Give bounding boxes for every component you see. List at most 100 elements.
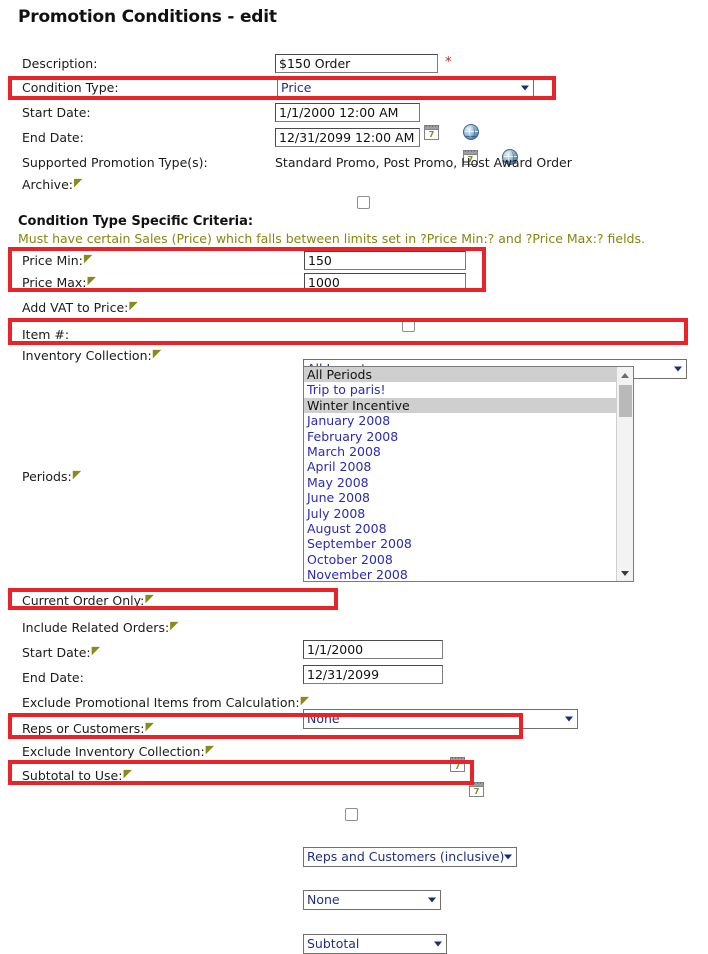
item-number-label: Item #: (22, 328, 69, 342)
periods-option[interactable]: November 2008 (304, 567, 616, 581)
help-arrow-icon[interactable]: ◤ (92, 644, 99, 658)
calendar-icon[interactable]: 7 (424, 125, 439, 140)
criteria-section-heading: Condition Type Specific Criteria: (18, 214, 253, 229)
scroll-up-arrow-icon[interactable] (617, 367, 633, 383)
chevron-down-icon (504, 854, 512, 859)
calendar-icon[interactable]: 7 (450, 757, 465, 772)
include-related-orders-label: Include Related Orders:◤ (22, 621, 178, 636)
criteria-start-date-label-text: Start Date: (22, 645, 91, 660)
help-arrow-icon[interactable]: ◤ (301, 694, 308, 708)
help-arrow-icon[interactable]: ◤ (170, 619, 177, 633)
price-max-input[interactable] (304, 273, 466, 292)
periods-option[interactable]: January 2008 (304, 413, 616, 428)
periods-scrollbar[interactable] (616, 367, 633, 581)
exclude-inventory-collection-value: None (307, 892, 340, 907)
price-min-label-text: Price Min: (22, 253, 83, 268)
current-order-only-label: Current Order Only:◤ (22, 594, 153, 609)
help-arrow-icon[interactable]: ◤ (73, 468, 80, 482)
add-vat-label-text: Add VAT to Price: (22, 300, 128, 315)
reps-or-customers-value: Reps and Customers (inclusive) (307, 849, 504, 864)
help-arrow-icon[interactable]: ◤ (74, 176, 81, 190)
condition-type-select[interactable]: Price (277, 78, 534, 98)
criteria-start-date-label: Start Date:◤ (22, 646, 99, 661)
archive-label: Archive:◤ (22, 178, 81, 193)
criteria-start-date-input[interactable] (303, 640, 443, 659)
subtotal-to-use-select[interactable]: Subtotal (303, 934, 447, 954)
subtotal-to-use-label-text: Subtotal to Use: (22, 768, 122, 783)
exclude-promotional-items-checkbox[interactable] (345, 808, 358, 821)
chevron-down-icon (428, 897, 436, 902)
periods-label-text: Periods: (22, 469, 72, 484)
end-date-label: End Date: (22, 131, 84, 145)
chevron-down-icon (521, 86, 529, 91)
start-date-label: Start Date: (22, 106, 91, 120)
chevron-down-icon (674, 366, 682, 371)
exclude-inventory-collection-label: Exclude Inventory Collection:◤ (22, 745, 213, 760)
help-arrow-icon[interactable]: ◤ (84, 252, 91, 266)
periods-listbox[interactable]: All PeriodsTrip to paris!Winter Incentiv… (303, 366, 634, 582)
periods-option[interactable]: All Periods (304, 367, 616, 382)
supported-promotion-types-label: Supported Promotion Type(s): (22, 156, 208, 170)
periods-option[interactable]: Winter Incentive (304, 398, 616, 413)
inventory-collection-label: Inventory Collection:◤ (22, 349, 160, 364)
help-arrow-icon[interactable]: ◤ (153, 347, 160, 361)
reps-or-customers-select[interactable]: Reps and Customers (inclusive) (303, 847, 517, 867)
help-arrow-icon[interactable]: ◤ (145, 720, 152, 734)
archive-label-text: Archive: (22, 177, 73, 192)
exclude-inventory-collection-label-text: Exclude Inventory Collection: (22, 744, 205, 759)
help-arrow-icon[interactable]: ◤ (129, 299, 136, 313)
condition-type-value: Price (281, 80, 312, 95)
help-arrow-icon[interactable]: ◤ (145, 592, 152, 606)
periods-option[interactable]: October 2008 (304, 552, 616, 567)
criteria-end-date-label: End Date: (22, 671, 84, 685)
end-date-input[interactable] (275, 128, 420, 147)
condition-type-label: Condition Type: (22, 81, 119, 95)
periods-option[interactable]: June 2008 (304, 490, 616, 505)
price-max-label-text: Price Max: (22, 275, 87, 290)
scrollbar-thumb[interactable] (619, 385, 632, 417)
subtotal-to-use-label: Subtotal to Use:◤ (22, 769, 131, 784)
description-input[interactable] (275, 54, 438, 73)
periods-option[interactable]: August 2008 (304, 521, 616, 536)
reps-or-customers-label: Reps or Customers:◤ (22, 722, 153, 737)
include-related-orders-label-text: Include Related Orders: (22, 620, 169, 635)
help-arrow-icon[interactable]: ◤ (206, 743, 213, 757)
globe-clock-icon[interactable] (463, 124, 479, 140)
criteria-section-hint: Must have certain Sales (Price) which fa… (18, 231, 645, 246)
exclude-promotional-items-label: Exclude Promotional Items from Calculati… (22, 696, 308, 711)
help-arrow-icon[interactable]: ◤ (123, 767, 130, 781)
page-title: Promotion Conditions - edit (18, 7, 277, 27)
criteria-end-date-input[interactable] (303, 665, 443, 684)
description-label: Description: (22, 57, 97, 71)
include-related-orders-value: None (307, 711, 340, 726)
description-required-mark: * (445, 55, 452, 70)
help-arrow-icon[interactable]: ◤ (88, 274, 95, 288)
exclude-inventory-collection-select[interactable]: None (303, 890, 441, 910)
exclude-promotional-items-label-text: Exclude Promotional Items from Calculati… (22, 695, 300, 710)
periods-option[interactable]: July 2008 (304, 506, 616, 521)
highlight-item-number (8, 318, 688, 345)
price-min-input[interactable] (304, 251, 466, 270)
add-vat-checkbox[interactable] (402, 319, 415, 332)
add-vat-label: Add VAT to Price:◤ (22, 301, 137, 316)
periods-option[interactable]: May 2008 (304, 475, 616, 490)
include-related-orders-select[interactable]: None (303, 709, 578, 729)
periods-option[interactable]: April 2008 (304, 459, 616, 474)
supported-promotion-types-value: Standard Promo, Post Promo, Host Award O… (275, 155, 572, 170)
promotion-conditions-edit-page: Promotion Conditions - edit Description:… (0, 0, 708, 792)
periods-option[interactable]: Trip to paris! (304, 382, 616, 397)
price-max-label: Price Max:◤ (22, 276, 95, 291)
chevron-down-icon (565, 716, 573, 721)
periods-label: Periods:◤ (22, 470, 80, 485)
periods-option[interactable]: February 2008 (304, 429, 616, 444)
reps-or-customers-label-text: Reps or Customers: (22, 721, 144, 736)
archive-checkbox[interactable] (357, 196, 370, 209)
start-date-input[interactable] (275, 103, 420, 122)
calendar-icon[interactable]: 7 (469, 782, 484, 797)
periods-option[interactable]: September 2008 (304, 536, 616, 551)
scroll-down-arrow-icon[interactable] (617, 565, 633, 581)
periods-options-container[interactable]: All PeriodsTrip to paris!Winter Incentiv… (304, 367, 616, 581)
periods-option[interactable]: March 2008 (304, 444, 616, 459)
current-order-only-label-text: Current Order Only: (22, 593, 144, 608)
inventory-collection-label-text: Inventory Collection: (22, 348, 152, 363)
